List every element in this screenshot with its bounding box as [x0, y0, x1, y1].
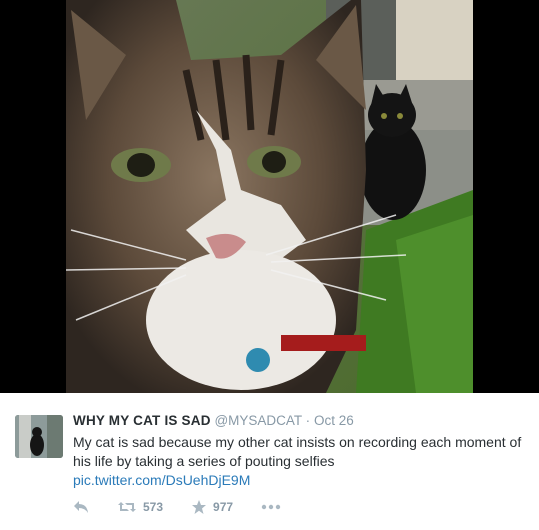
retweet-count: 573: [143, 500, 164, 514]
tweet-actions: 573 977: [73, 497, 309, 517]
tweet-text: My cat is sad because my other cat insis…: [73, 434, 522, 469]
star-icon: [191, 499, 207, 515]
reply-button[interactable]: [73, 500, 89, 514]
tweet-header: WHY MY CAT IS SAD @MYSADCAT · Oct 26: [73, 413, 354, 428]
user-handle[interactable]: @MYSADCAT: [214, 413, 301, 428]
display-name[interactable]: WHY MY CAT IS SAD: [73, 413, 211, 428]
separator-dot: ·: [305, 413, 311, 428]
favorite-button[interactable]: 977: [191, 499, 233, 515]
reply-icon: [73, 500, 89, 514]
more-dots-icon: [261, 504, 281, 510]
more-button[interactable]: [261, 504, 281, 510]
retweet-icon: [117, 500, 137, 514]
tweet-media-link[interactable]: pic.twitter.com/DsUehDjE9M: [73, 472, 250, 488]
retweet-button[interactable]: 573: [117, 500, 163, 514]
tweet-media[interactable]: [0, 0, 539, 393]
favorite-count: 977: [213, 500, 234, 514]
tweet-date[interactable]: Oct 26: [314, 413, 354, 428]
avatar[interactable]: [15, 415, 63, 458]
cat-selfie-photo[interactable]: [66, 0, 473, 393]
tweet: WHY MY CAT IS SAD @MYSADCAT · Oct 26 My …: [0, 393, 539, 530]
